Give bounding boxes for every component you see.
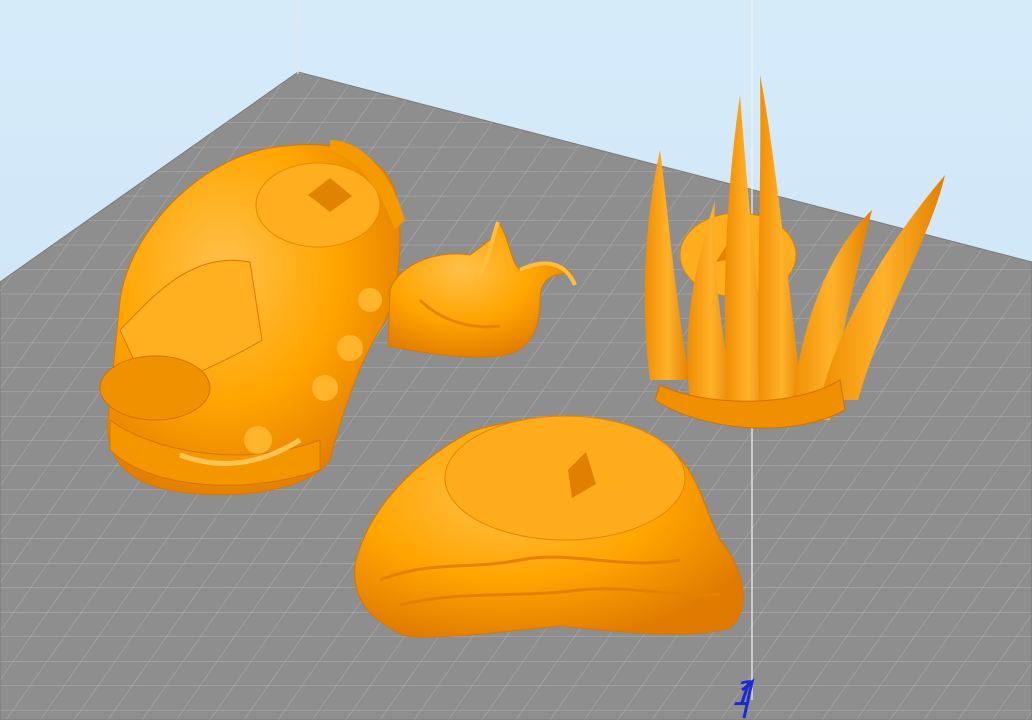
3d-viewport[interactable]: 1 — [0, 0, 1032, 720]
build-plate-scene[interactable] — [0, 0, 1032, 720]
